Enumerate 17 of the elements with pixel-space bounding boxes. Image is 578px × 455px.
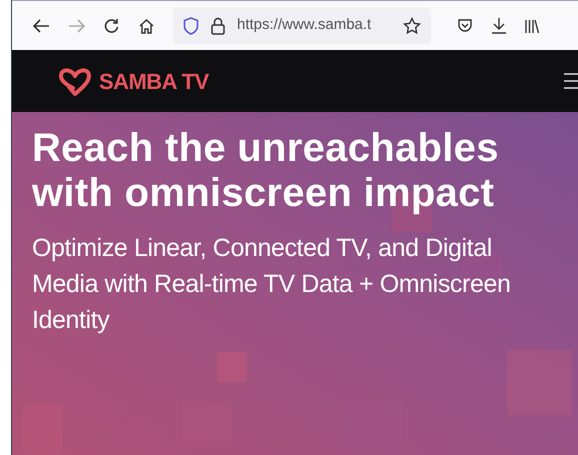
- hero-title-line: with omniscreen impact: [32, 171, 494, 216]
- home-icon[interactable]: [138, 18, 155, 34]
- heart-logo-icon[interactable]: [58, 66, 92, 96]
- shield-icon[interactable]: [183, 16, 199, 34]
- lock-icon: [211, 16, 225, 34]
- reload-icon[interactable]: [104, 18, 120, 34]
- address-bar[interactable]: https://www.samba.t: [173, 8, 431, 44]
- download-icon[interactable]: [491, 17, 507, 34]
- hero-title-line: Reach the unreachables: [32, 126, 499, 171]
- hero-subtitle: Optimize Linear, Connected TV, and Digital Media with Real-time TV Data + Omniscreen Identity: [32, 233, 512, 336]
- url-text: https://www.samba.t: [237, 15, 372, 36]
- pocket-icon[interactable]: [457, 18, 473, 34]
- star-icon[interactable]: [403, 16, 421, 34]
- back-icon[interactable]: [32, 18, 50, 34]
- library-icon[interactable]: [525, 18, 539, 34]
- logo-text[interactable]: SAMBA TV: [99, 64, 209, 98]
- menu-icon[interactable]: [564, 73, 578, 89]
